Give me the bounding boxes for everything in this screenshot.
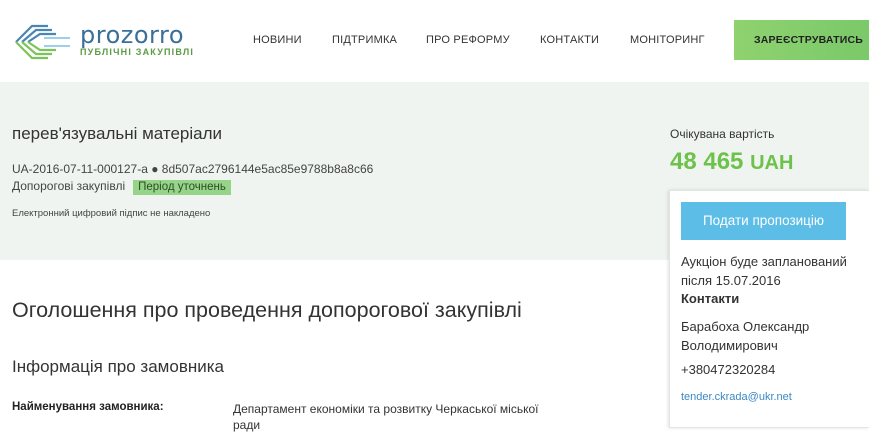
nav-about-reform[interactable]: ПРО РЕФОРМУ: [426, 34, 510, 46]
expected-amount: 48 465: [670, 148, 744, 175]
prozorro-logo-icon: [15, 24, 70, 60]
signature-note: Електронний цифровий підпис не накладено: [12, 208, 211, 219]
expected-currency: UAH: [750, 152, 794, 174]
contact-phone: +380472320284: [681, 362, 776, 377]
nav-monitoring[interactable]: МОНІТОРИНГ: [630, 34, 705, 46]
offer-card: Подати пропозицію Аукціон буде запланова…: [669, 190, 869, 428]
expected-value: 48 465 UAH: [670, 148, 793, 176]
contacts-heading: Контакти: [681, 291, 740, 306]
tender-title: перев'язувальні матеріали: [12, 124, 223, 143]
nav-news[interactable]: НОВИНИ: [253, 34, 302, 46]
register-button[interactable]: ЗАРЕЄСТРУВАТИСЬ: [734, 20, 869, 60]
contact-email-link[interactable]: tender.ckrada@ukr.net: [681, 391, 792, 403]
status-badge: Період уточнень: [133, 180, 231, 195]
procurement-type-row: Допорогові закупівлі Період уточнень: [12, 179, 231, 195]
submit-offer-button[interactable]: Подати пропозицію: [681, 202, 846, 240]
customer-info-heading: Інформація про замовника: [12, 357, 225, 376]
brand-tagline: ПУБЛІЧНІ ЗАКУПІВЛІ: [80, 47, 195, 57]
site-header: prozorro ПУБЛІЧНІ ЗАКУПІВЛІ НОВИНИ ПІДТР…: [0, 0, 869, 82]
customer-name-value: Департамент економіки та розвитку Черкас…: [233, 402, 539, 432]
prozorro-logo[interactable]: prozorro ПУБЛІЧНІ ЗАКУПІВЛІ: [14, 22, 194, 62]
brand-name: prozorro: [80, 21, 185, 49]
procurement-type: Допорогові закупівлі: [12, 179, 126, 193]
auction-note: Аукціон буде запланований після 15.07.20…: [681, 254, 847, 288]
nav-support[interactable]: ПІДТРИМКА: [332, 34, 397, 46]
customer-name-label: Найменування замовника:: [12, 401, 164, 413]
expected-value-label: Очікувана вартість: [670, 127, 775, 141]
contact-name: Барабоха Олександр Володимирович: [681, 319, 810, 353]
nav-contacts[interactable]: КОНТАКТИ: [540, 34, 599, 46]
tender-id: UA-2016-07-11-000127-a ● 8d507ac2796144e…: [12, 162, 374, 176]
page-heading: Оголошення про проведення допорогової за…: [12, 298, 522, 322]
